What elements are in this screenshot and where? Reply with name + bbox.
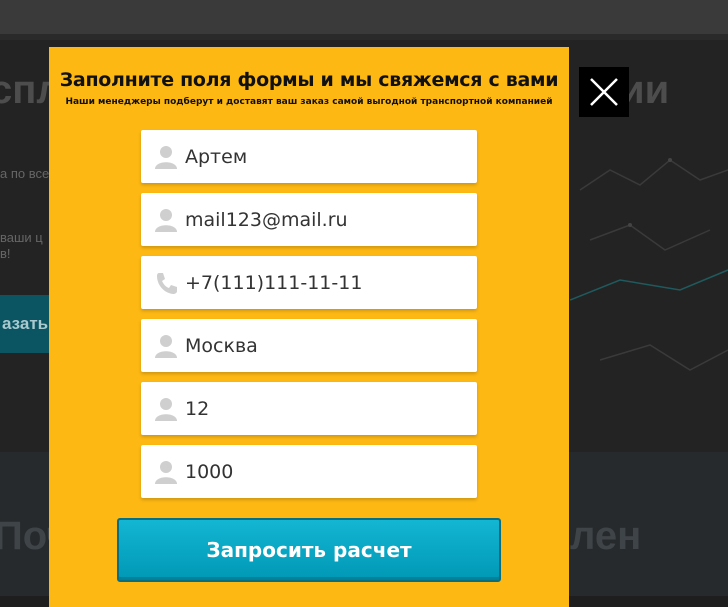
city-field[interactable] [141,319,477,372]
close-icon [590,78,618,106]
city-input[interactable] [185,319,465,372]
request-quote-button[interactable]: Запросить расчет [117,518,501,582]
background-text-3: в! [0,246,11,261]
person-icon [155,335,177,358]
amount-input[interactable] [185,445,465,498]
background-lower-heading-right: лен [570,514,642,558]
person-icon [155,209,177,232]
background-topbar [0,0,728,40]
quantity-field[interactable] [141,382,477,435]
name-input[interactable] [185,130,465,183]
amount-field[interactable] [141,445,477,498]
modal-title: Заполните поля формы и мы свяжемся с вам… [59,69,559,91]
modal-subtitle: Наши менеджеры подберут и доставят ваш з… [65,97,553,107]
phone-field[interactable] [141,256,477,309]
close-button[interactable] [579,67,629,117]
quantity-input[interactable] [185,382,465,435]
person-icon [155,461,177,484]
background-text-2: ваши ц [0,230,43,245]
email-input[interactable] [185,193,465,246]
name-field[interactable] [141,130,477,183]
background-button: азать [0,295,50,353]
phone-icon [157,273,177,294]
person-icon [155,146,177,169]
background-map [570,158,728,371]
person-icon [155,398,177,421]
request-modal: Заполните поля формы и мы свяжемся с вам… [49,47,569,607]
phone-input[interactable] [185,256,465,309]
background-text-1: а по все [0,166,50,181]
email-field[interactable] [141,193,477,246]
